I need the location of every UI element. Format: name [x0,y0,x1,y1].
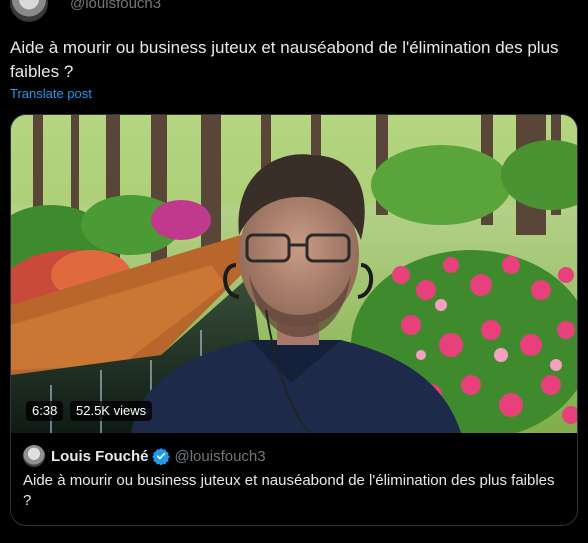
video-views: 52.5K views [70,401,153,421]
video-player[interactable]: 6:38 52.5K views [11,115,577,433]
video-duration: 6:38 [26,401,64,421]
author-handle[interactable]: @louisfouch3 [70,0,161,12]
translate-post-link[interactable]: Translate post [10,86,92,101]
video-thumbnail [11,115,577,433]
avatar[interactable] [10,0,48,22]
quoted-post-header: Louis Fouché @louisfouch3 [23,445,266,467]
avatar[interactable] [23,445,45,467]
author-handle[interactable]: @louisfouch3 [175,448,266,465]
author-name[interactable]: Louis Fouché [51,448,149,465]
post-text: Aide à mourir ou business juteux et naus… [10,38,559,81]
quoted-post[interactable]: Louis Fouché @louisfouch3 Aide à mourir … [11,433,577,525]
quoted-post-card[interactable]: 6:38 52.5K views Louis Fouché @louisfouc… [10,114,578,526]
quoted-post-text: Aide à mourir ou business juteux et naus… [23,472,555,509]
verified-badge-icon [151,447,170,465]
post-header: @louisfouch3 [10,0,161,22]
